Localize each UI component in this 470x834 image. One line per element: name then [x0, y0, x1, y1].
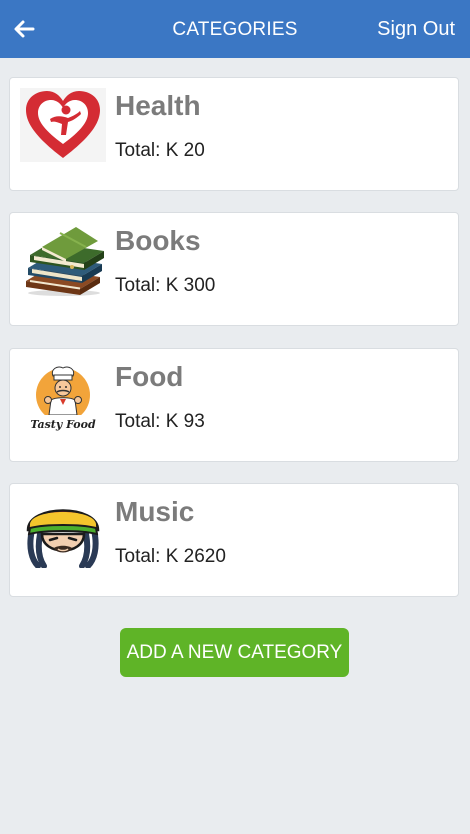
category-name: Music — [115, 496, 195, 527]
category-name: Books — [115, 225, 201, 256]
app-header: CATEGORIES Sign Out — [0, 0, 470, 58]
health-heart-logo — [20, 88, 106, 162]
category-card-music[interactable]: Music Total: K 2620 — [9, 483, 459, 597]
category-total: Total: K 2620 — [115, 546, 226, 567]
tasty-food-chef-logo: Tasty Food — [20, 359, 106, 433]
logo-wordmark: Tasty Food — [30, 418, 96, 431]
category-name: Food — [115, 361, 184, 392]
add-new-category-button[interactable]: ADD A NEW CATEGORY — [120, 628, 349, 677]
category-total: Total: K 93 — [115, 411, 205, 432]
category-total: Total: K 300 — [115, 275, 216, 296]
rasta-face-avatar — [20, 494, 106, 568]
category-card-books[interactable]: Books Total: K 300 — [9, 212, 459, 326]
category-total: Total: K 20 — [115, 140, 205, 161]
sign-out-link[interactable]: Sign Out — [377, 18, 455, 41]
category-name: Health — [115, 90, 201, 121]
books-stack-image — [20, 223, 106, 297]
category-card-food[interactable]: Tasty Food Food Total: K 93 — [9, 348, 459, 462]
category-card-health[interactable]: Health Total: K 20 — [9, 77, 459, 191]
